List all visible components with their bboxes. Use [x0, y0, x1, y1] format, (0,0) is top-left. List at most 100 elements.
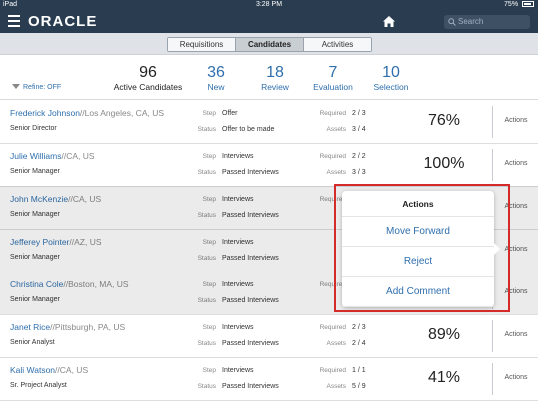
move-forward-button[interactable]: Move Forward: [342, 217, 494, 247]
divider: [492, 320, 493, 352]
status-bar: iPad 3:28 PM 75%: [0, 0, 538, 10]
candidate-name[interactable]: Frederick Johnson//Los Angeles, CA, US: [10, 108, 164, 118]
assets-label: Assets: [326, 169, 346, 176]
match-score: 41%: [427, 369, 461, 386]
status-label: Status: [197, 383, 216, 390]
home-icon[interactable]: [382, 15, 396, 28]
candidate-location: //CA, US: [61, 151, 95, 161]
step-label: Step: [202, 239, 216, 246]
status-label: Status: [197, 169, 216, 176]
actions-popover: Actions Move Forward Reject Add Comment: [342, 191, 500, 307]
step-value: Interviews: [222, 153, 254, 160]
status-value: Offer to be made: [222, 126, 275, 133]
match-score: 100%: [423, 155, 465, 172]
oracle-logo: ORACLE: [28, 13, 98, 30]
candidate-name[interactable]: Kali Watson//CA, US: [10, 365, 88, 375]
required-value: 2 / 3: [352, 110, 366, 117]
step-label: Step: [202, 367, 216, 374]
search-placeholder: Search: [458, 17, 484, 26]
add-comment-button[interactable]: Add Comment: [342, 277, 494, 307]
actions-button[interactable]: Actions: [496, 117, 536, 124]
assets-label: Assets: [326, 383, 346, 390]
search-input[interactable]: Search: [444, 15, 530, 29]
stat-value: 96: [139, 64, 157, 81]
actions-button[interactable]: Actions: [496, 203, 536, 210]
candidate-name[interactable]: Janet Rice//Pittsburgh, PA, US: [10, 322, 125, 332]
candidate-name[interactable]: John McKenzie//CA, US: [10, 194, 101, 204]
divider: [492, 149, 493, 181]
step-value: Interviews: [222, 324, 254, 331]
status-value: Passed Interviews: [222, 297, 279, 304]
candidate-row[interactable]: Frederick Johnson//Los Angeles, CA, US S…: [0, 101, 538, 144]
stat-new[interactable]: 36 New: [196, 64, 236, 93]
candidate-location: //CA, US: [68, 194, 102, 204]
candidate-title: Senior Director: [10, 125, 57, 132]
status-label: Status: [197, 255, 216, 262]
stat-selection[interactable]: 10 Selection: [366, 64, 416, 93]
step-value: Interviews: [222, 281, 254, 288]
battery-percent: 75%: [504, 1, 519, 8]
candidate-title: Senior Manager: [10, 296, 60, 303]
step-value: Interviews: [222, 239, 254, 246]
menu-icon[interactable]: [8, 15, 20, 27]
battery-icon: [522, 1, 534, 7]
stat-label: Evaluation: [313, 82, 353, 92]
tab-candidates[interactable]: Candidates: [236, 38, 304, 51]
step-value: Offer: [222, 110, 238, 117]
required-value: 1 / 1: [352, 367, 366, 374]
battery-indicator: 75%: [504, 1, 534, 8]
stat-label: Selection: [373, 82, 409, 92]
status-label: Status: [197, 126, 216, 133]
sub-navigation: Requisitions Candidates Activities: [0, 33, 538, 55]
popover-title: Actions: [342, 191, 494, 217]
assets-value: 2 / 4: [352, 340, 366, 347]
divider: [492, 106, 493, 138]
candidate-summary: Refine: OFF 96 Active Candidates 36 New …: [0, 56, 538, 100]
candidate-title: Senior Manager: [10, 254, 60, 261]
actions-button[interactable]: Actions: [496, 374, 536, 381]
stat-evaluation[interactable]: 7 Evaluation: [308, 64, 358, 93]
candidate-name[interactable]: Christina Cole//Boston, MA, US: [10, 279, 129, 289]
assets-value: 3 / 4: [352, 126, 366, 133]
step-label: Step: [202, 110, 216, 117]
candidate-name[interactable]: Jefferey Pointer//AZ, US: [10, 237, 102, 247]
stat-active-candidates: 96 Active Candidates: [108, 64, 188, 93]
stat-value: 10: [382, 64, 400, 81]
stat-value: 18: [266, 64, 284, 81]
assets-value: 3 / 3: [352, 169, 366, 176]
popover-caret: [494, 243, 500, 255]
tab-requisitions[interactable]: Requisitions: [168, 38, 236, 51]
step-value: Interviews: [222, 367, 254, 374]
step-value: Interviews: [222, 196, 254, 203]
candidate-location: //CA, US: [55, 365, 89, 375]
actions-button[interactable]: Actions: [496, 288, 536, 295]
candidate-row[interactable]: Janet Rice//Pittsburgh, PA, US Senior An…: [0, 315, 538, 358]
candidate-title: Senior Analyst: [10, 339, 55, 346]
required-label: Required: [319, 324, 346, 331]
app-header: ORACLE Search: [0, 10, 538, 33]
reject-button[interactable]: Reject: [342, 247, 494, 277]
candidate-name[interactable]: Julie Williams//CA, US: [10, 151, 95, 161]
required-label: Required: [319, 367, 346, 374]
stat-label: Active Candidates: [113, 82, 183, 92]
actions-button[interactable]: Actions: [496, 246, 536, 253]
candidate-title: Senior Manager: [10, 211, 60, 218]
refine-filter[interactable]: Refine: OFF: [12, 84, 61, 91]
required-value: 2 / 2: [352, 153, 366, 160]
assets-label: Assets: [326, 340, 346, 347]
segmented-tabs: Requisitions Candidates Activities: [167, 37, 372, 52]
actions-button[interactable]: Actions: [496, 160, 536, 167]
candidate-location: //Pittsburgh, PA, US: [50, 322, 126, 332]
stat-label: New: [207, 82, 225, 92]
step-label: Step: [202, 196, 216, 203]
tab-activities[interactable]: Activities: [304, 38, 371, 51]
status-value: Passed Interviews: [222, 212, 279, 219]
status-value: Passed Interviews: [222, 340, 279, 347]
candidate-row[interactable]: Kali Watson//CA, US Sr. Project Analyst …: [0, 358, 538, 401]
assets-value: 5 / 9: [352, 383, 366, 390]
stat-review[interactable]: 18 Review: [255, 64, 295, 93]
candidate-title: Sr. Project Analyst: [10, 382, 67, 389]
candidate-row[interactable]: Julie Williams//CA, US Senior Manager St…: [0, 144, 538, 187]
actions-button[interactable]: Actions: [496, 331, 536, 338]
refine-label: Refine: OFF: [23, 84, 62, 91]
